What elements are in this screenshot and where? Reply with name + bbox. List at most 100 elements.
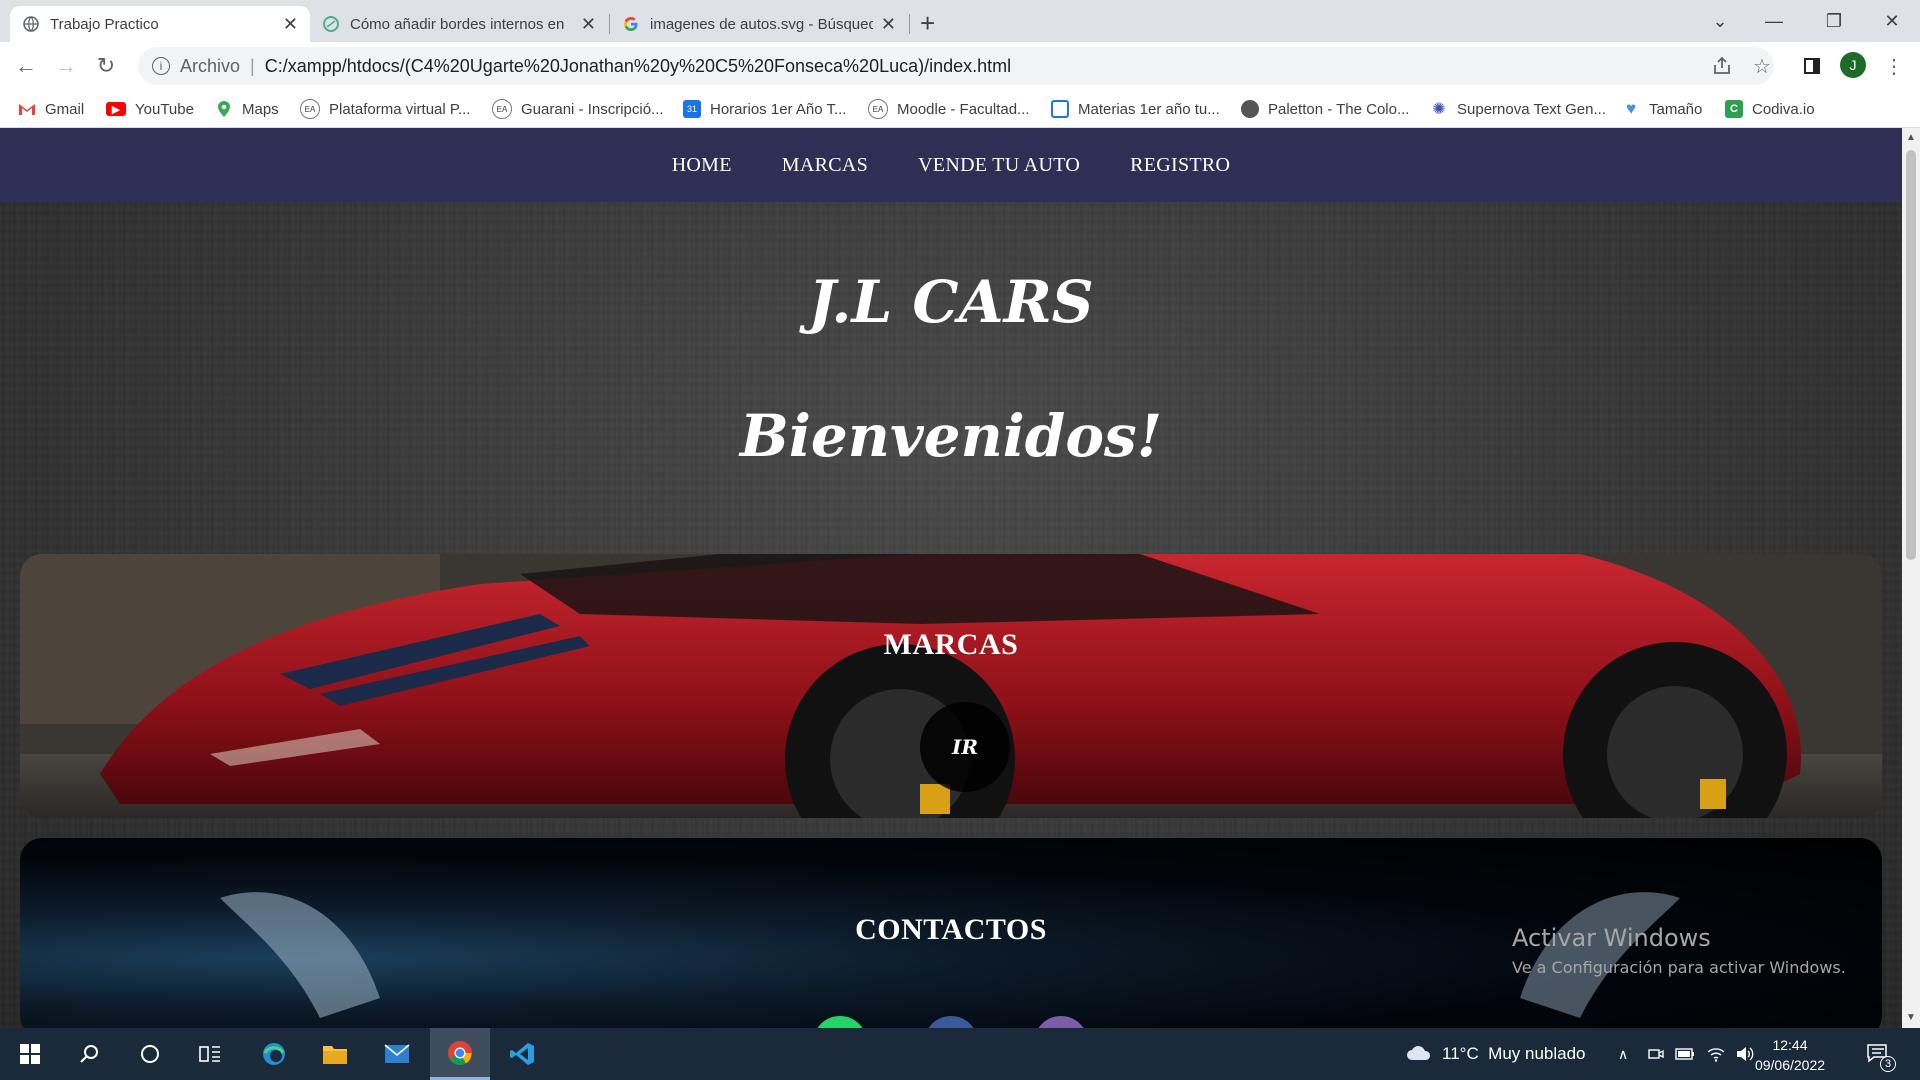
mail-icon[interactable] [367,1028,427,1080]
notification-count: 3 [1880,1056,1896,1072]
weather-text: 11°C Muy nublado [1442,1044,1586,1063]
clock-date: 09/06/2022 [1754,1057,1826,1073]
nav-vende-tu-auto[interactable]: VENDE TU AUTO [918,154,1080,177]
page-scrollbar[interactable]: ▲ ▼ [1902,128,1920,1028]
ea-icon: EA [868,99,888,119]
tab-title: Cómo añadir bordes internos en [350,15,565,33]
nav-registro[interactable]: REGISTRO [1130,154,1230,177]
forward-icon[interactable]: → [52,52,80,80]
bookmark-paletton[interactable]: Paletton - The Colo... [1241,90,1409,128]
meet-now-icon[interactable] [1648,1028,1664,1080]
taskbar-clock[interactable]: 12:44 09/06/2022 [1745,1035,1835,1075]
scrollbar-thumb[interactable] [1906,150,1916,560]
tab-separator [909,14,910,34]
start-windows-icon[interactable] [0,1028,60,1080]
bookmark-youtube[interactable]: ▶ YouTube [106,90,194,128]
google-icon [622,15,640,33]
bookmark-label: Horarios 1er Año T... [710,100,847,118]
nav-marcas[interactable]: MARCAS [782,154,868,177]
close-icon[interactable]: ✕ [581,14,596,35]
browser-toolbar: ← → ↻ i Archivo | C:/xampp/htdocs/(C4%20… [0,42,1920,90]
bookmark-gmail[interactable]: Gmail [18,90,84,128]
bookmark-guarani[interactable]: EA Guarani - Inscripció... [492,90,664,128]
bookmark-maps[interactable]: Maps [215,90,279,128]
battery-icon[interactable] [1675,1028,1695,1080]
nav-home[interactable]: HOME [672,154,732,177]
address-bar[interactable]: i Archivo | C:/xampp/htdocs/(C4%20Ugarte… [138,47,1774,85]
bookmarks-bar: Gmail ▶ YouTube Maps EA Plataforma virtu… [0,90,1920,128]
scroll-up-icon[interactable]: ▲ [1906,132,1916,143]
clock-time: 12:44 [1772,1037,1808,1053]
share-icon[interactable] [1710,54,1734,78]
bookmark-label: Gmail [45,100,85,118]
bookmark-moodle[interactable]: EA Moodle - Facultad... [868,90,1030,128]
tab-trabajo-practico[interactable]: Trabajo Practico ✕ [10,6,310,42]
bookmark-label: Guarani - Inscripció... [521,100,664,118]
tray-chevron-icon[interactable]: ∧ [1618,1028,1628,1080]
bookmark-label: Codiva.io [1752,100,1815,118]
minimize-button[interactable]: — [1746,0,1802,42]
task-view-icon[interactable] [180,1028,240,1080]
bookmark-label: Tamaño [1649,100,1703,118]
info-icon[interactable]: i [152,57,170,75]
bookmark-codiva[interactable]: C Codiva.io [1725,90,1815,128]
supernova-icon: ✺ [1432,101,1446,118]
hero-section: J.L CARS Bienvenidos! MARCAS IR CONTACTO… [0,202,1902,1028]
restore-button[interactable]: ❐ [1806,0,1862,42]
file-explorer-icon[interactable] [305,1028,365,1080]
url-text[interactable]: C:/xampp/htdocs/(C4%20Ugarte%20Jonathan%… [265,56,1011,77]
globe-icon [22,15,40,33]
marcas-card: MARCAS IR [20,554,1882,818]
tab-imagenes-autos[interactable]: imagenes de autos.svg - Búsqued ✕ [610,6,908,42]
side-panel-icon[interactable] [1800,54,1824,78]
bookmark-supernova[interactable]: ✺ Supernova Text Gen... [1430,90,1606,128]
welcome-heading: Bienvenidos! [739,402,1163,470]
marcas-title: MARCAS [883,628,1019,661]
ir-button[interactable]: IR [920,702,1010,792]
back-icon[interactable]: ← [12,52,40,80]
cloud-icon [1406,1043,1432,1066]
youtube-icon: ▶ [106,102,126,116]
site-nav: HOME MARCAS VENDE TU AUTO REGISTRO [0,128,1902,202]
new-tab-button[interactable]: + [920,8,935,39]
tab-search-chevron-icon[interactable]: ⌄ [1692,0,1748,42]
edge-icon[interactable] [244,1028,304,1080]
brand-title: J.L CARS [808,268,1094,336]
close-icon[interactable]: ✕ [881,14,896,35]
codiva-icon: C [1725,100,1743,118]
menu-icon[interactable]: ⋮ [1882,54,1906,78]
circle-icon [322,15,340,33]
scroll-down-icon[interactable]: ▼ [1906,1012,1916,1023]
calendar-icon: 31 [683,100,701,118]
bookmark-label: Maps [242,100,279,118]
close-window-button[interactable]: ✕ [1864,0,1920,42]
tab-title: Trabajo Practico [50,15,159,33]
weather-widget[interactable]: 11°C Muy nublado [1406,1028,1586,1080]
ea-icon: EA [492,99,512,119]
url-scheme: Archivo [180,55,241,76]
chrome-icon[interactable] [430,1028,490,1080]
close-icon[interactable]: ✕ [283,14,298,35]
bookmark-star-icon[interactable]: ☆ [1750,54,1774,78]
maps-icon [215,100,233,118]
board-icon [1051,100,1069,118]
paletton-icon [1241,100,1259,118]
watermark-title: Activar Windows [1512,924,1711,952]
profile-avatar[interactable]: J [1840,52,1866,78]
tab-strip: Trabajo Practico ✕ Cómo añadir bordes in… [0,0,1920,42]
bookmark-label: Supernova Text Gen... [1457,100,1606,118]
bookmark-plataforma[interactable]: EA Plataforma virtual P... [300,90,470,128]
cortana-icon[interactable] [120,1028,180,1080]
bookmark-horarios[interactable]: 31 Horarios 1er Año T... [683,90,846,128]
search-icon[interactable] [60,1028,120,1080]
vscode-icon[interactable] [492,1028,552,1080]
tab-bordes-internos[interactable]: Cómo añadir bordes internos en ✕ [310,6,608,42]
notifications-icon[interactable]: 3 [1866,1028,1896,1080]
windows-activation-watermark: Activar Windows Ve a Configuración para … [1512,924,1846,977]
bookmark-label: Paletton - The Colo... [1268,100,1410,118]
bookmark-tamano[interactable]: ♥ Tamaño [1622,90,1702,128]
wifi-icon[interactable] [1707,1028,1725,1080]
bookmark-materias[interactable]: Materias 1er año tu... [1051,90,1220,128]
reload-icon[interactable]: ↻ [92,52,120,80]
bookmark-label: YouTube [135,100,194,118]
